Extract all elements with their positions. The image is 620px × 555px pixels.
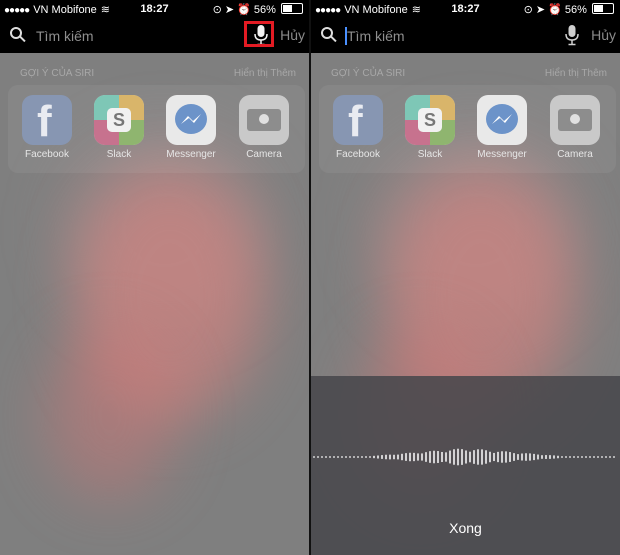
location-icon: ➤: [535, 4, 546, 16]
lock-rotation-icon: ⊙: [212, 4, 222, 16]
siri-suggestions-title: GỢI Ý CỦA SIRI: [331, 68, 406, 79]
search-bar: Tìm kiếm Hủy: [0, 18, 309, 53]
app-label: Messenger: [166, 149, 216, 160]
siri-suggestions-header: GỢI Ý CỦA SIRI Hiển thị Thêm: [331, 68, 607, 79]
app-label: Slack: [106, 149, 132, 160]
status-bar: ●●●●● VN Mobifone ≋ 18:27 ⊙ ➤ ⏰ 56%: [311, 0, 620, 18]
wallpaper-blur: [45, 330, 175, 500]
siri-suggestions-title: GỢI Ý CỦA SIRI: [20, 68, 95, 79]
search-input[interactable]: Tìm kiếm: [345, 27, 537, 45]
app-camera[interactable]: Camera: [234, 95, 294, 160]
siri-suggestions-header: GỢI Ý CỦA SIRI Hiển thị Thêm: [20, 68, 296, 79]
status-bar: ●●●●● VN Mobifone ≋ 18:27 ⊙ ➤ ⏰ 56%: [0, 0, 309, 18]
facebook-app-icon[interactable]: f: [333, 95, 383, 145]
siri-apps-panel: f Facebook S Slack Messenger Camera: [8, 85, 305, 173]
battery-icon: [592, 3, 614, 14]
app-label: Messenger: [477, 149, 527, 160]
battery-percent: 56%: [253, 4, 276, 16]
app-facebook[interactable]: f Facebook: [17, 95, 77, 160]
dictation-panel: Xong: [311, 376, 620, 555]
lock-rotation-icon: ⊙: [523, 4, 533, 16]
messenger-app-icon[interactable]: [166, 95, 216, 145]
voice-waveform: [313, 448, 615, 466]
microphone-icon[interactable]: [563, 24, 581, 46]
camera-app-icon[interactable]: [550, 95, 600, 145]
camera-app-icon[interactable]: [239, 95, 289, 145]
app-camera[interactable]: Camera: [545, 95, 605, 160]
slack-app-icon[interactable]: S: [405, 95, 455, 145]
app-label: Facebook: [336, 149, 380, 160]
app-label: Slack: [417, 149, 443, 160]
cancel-button[interactable]: Hủy: [591, 27, 616, 43]
search-icon: [10, 27, 22, 39]
text-cursor: [345, 27, 347, 45]
alarm-icon: ⏰: [237, 4, 251, 16]
done-button[interactable]: Xong: [311, 520, 620, 536]
messenger-app-icon[interactable]: [477, 95, 527, 145]
location-icon: ➤: [224, 4, 235, 16]
siri-apps-panel: f Facebook S Slack Messenger Camera: [319, 85, 616, 173]
alarm-icon: ⏰: [548, 4, 562, 16]
app-messenger[interactable]: Messenger: [161, 95, 221, 160]
app-messenger[interactable]: Messenger: [472, 95, 532, 160]
show-more-link[interactable]: Hiển thị Thêm: [234, 68, 296, 79]
microphone-highlight-box: [244, 21, 274, 47]
app-label: Facebook: [25, 149, 69, 160]
screen-right: ●●●●● VN Mobifone ≋ 18:27 ⊙ ➤ ⏰ 56% Tìm ki…: [311, 0, 620, 555]
show-more-link[interactable]: Hiển thị Thêm: [545, 68, 607, 79]
app-facebook[interactable]: f Facebook: [328, 95, 388, 160]
app-slack[interactable]: S Slack: [89, 95, 149, 160]
app-slack[interactable]: S Slack: [400, 95, 460, 160]
battery-icon: [281, 3, 303, 14]
search-icon: [321, 27, 333, 39]
app-label: Camera: [246, 149, 282, 160]
search-placeholder: Tìm kiếm: [347, 28, 405, 44]
slack-app-icon[interactable]: S: [94, 95, 144, 145]
battery-percent: 56%: [564, 4, 587, 16]
search-bar: Tìm kiếm Hủy: [311, 18, 620, 53]
facebook-app-icon[interactable]: f: [22, 95, 72, 145]
screen-left: ●●●●● VN Mobifone ≋ 18:27 ⊙ ➤ ⏰ 56% Tìm ki…: [0, 0, 309, 555]
app-label: Camera: [557, 149, 593, 160]
cancel-button[interactable]: Hủy: [280, 27, 305, 43]
search-input[interactable]: Tìm kiếm: [36, 27, 226, 45]
